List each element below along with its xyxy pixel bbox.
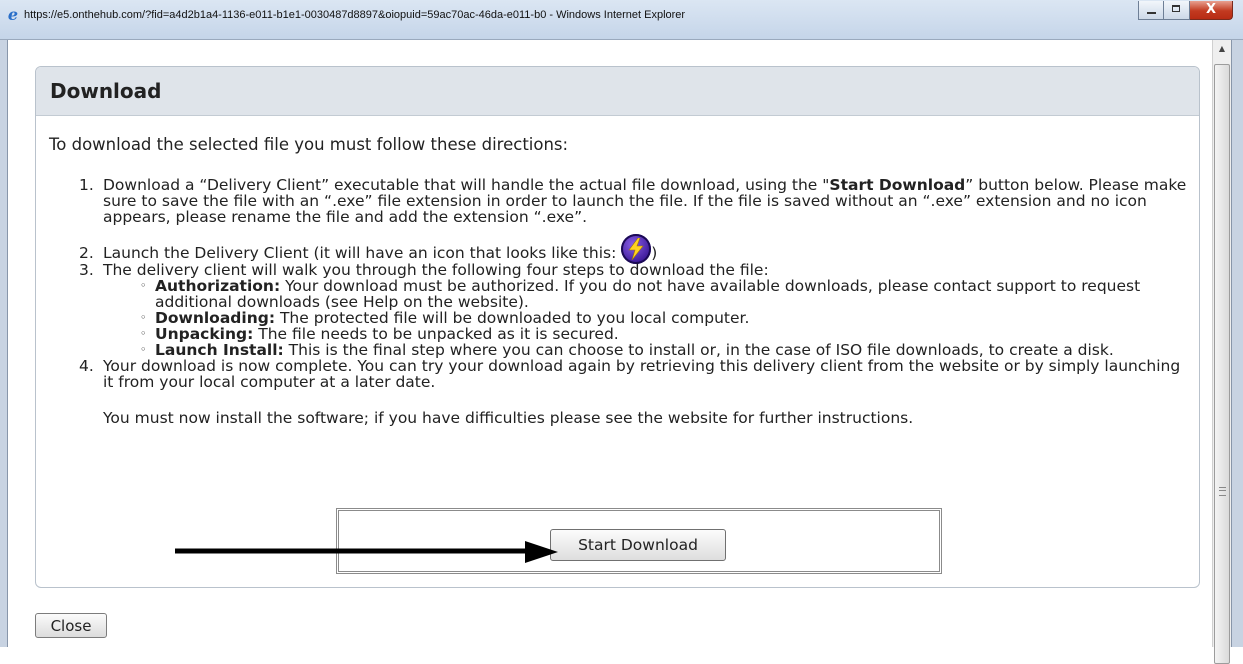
- substep-authorization: ◦ Authorization: Your download must be a…: [140, 277, 1193, 311]
- bullet-icon: ◦: [140, 279, 147, 292]
- download-panel: Download To download the selected file y…: [35, 66, 1200, 588]
- bullet-icon: ◦: [140, 343, 147, 356]
- step-text: ): [651, 244, 658, 262]
- panel-header: Download: [36, 67, 1199, 116]
- install-note: You must now install the software; if yo…: [103, 409, 914, 427]
- minimize-button[interactable]: [1138, 1, 1164, 20]
- step-text: Your download is now complete. You can t…: [103, 357, 1181, 391]
- window-title: https://e5.onthehub.com/?fid=a4d2b1a4-11…: [24, 9, 686, 21]
- step-1: 1. Download a “Delivery Client” executab…: [79, 177, 1193, 225]
- step-4: 4. Your download is now complete. You ca…: [79, 357, 1193, 427]
- window-frame-right: [1231, 40, 1243, 647]
- substep-unpacking: ◦ Unpacking: The file needs to be unpack…: [140, 326, 1193, 342]
- substep-text: Your download must be authorized. If you…: [155, 277, 1141, 311]
- intro-text: To download the selected file you must f…: [49, 135, 569, 154]
- close-button[interactable]: Close: [35, 613, 107, 638]
- panel-title: Download: [50, 79, 162, 103]
- step-number: 1.: [79, 176, 94, 194]
- scroll-up-arrow-icon[interactable]: ▲: [1213, 40, 1231, 57]
- delivery-client-lightning-icon: [621, 234, 652, 264]
- start-download-button[interactable]: Start Download: [550, 529, 726, 561]
- step-number: 4.: [79, 357, 94, 375]
- vertical-scrollbar[interactable]: ▲: [1212, 40, 1231, 664]
- close-window-button[interactable]: X: [1190, 1, 1233, 20]
- step-number: 2.: [79, 244, 94, 262]
- annotation-arrow-icon: [175, 541, 558, 563]
- window-titlebar: e https://e5.onthehub.com/?fid=a4d2b1a4-…: [0, 0, 1243, 40]
- step-number: 3.: [79, 261, 94, 279]
- substeps-list: ◦ Authorization: Your download must be a…: [103, 278, 1193, 358]
- window-controls: X: [1138, 1, 1233, 21]
- window-frame-left: [0, 40, 8, 647]
- step-2: 2. Launch the Delivery Client (it will h…: [79, 234, 1193, 264]
- bullet-icon: ◦: [140, 311, 147, 324]
- step-3: 3. The delivery client will walk you thr…: [79, 262, 1193, 358]
- bullet-icon: ◦: [140, 327, 147, 340]
- steps-list: 1. Download a “Delivery Client” executab…: [79, 177, 1193, 427]
- scrollbar-grip-icon: [1219, 487, 1226, 496]
- scrollbar-thumb[interactable]: [1214, 64, 1230, 664]
- step-text: Launch the Delivery Client (it will have…: [103, 244, 622, 262]
- ie-icon: e: [7, 5, 19, 24]
- substep-downloading: ◦ Downloading: The protected file will b…: [140, 310, 1193, 326]
- close-icon: X: [1205, 2, 1217, 17]
- substep-launch-install: ◦ Launch Install: This is the final step…: [140, 342, 1193, 358]
- maximize-button[interactable]: [1164, 1, 1190, 20]
